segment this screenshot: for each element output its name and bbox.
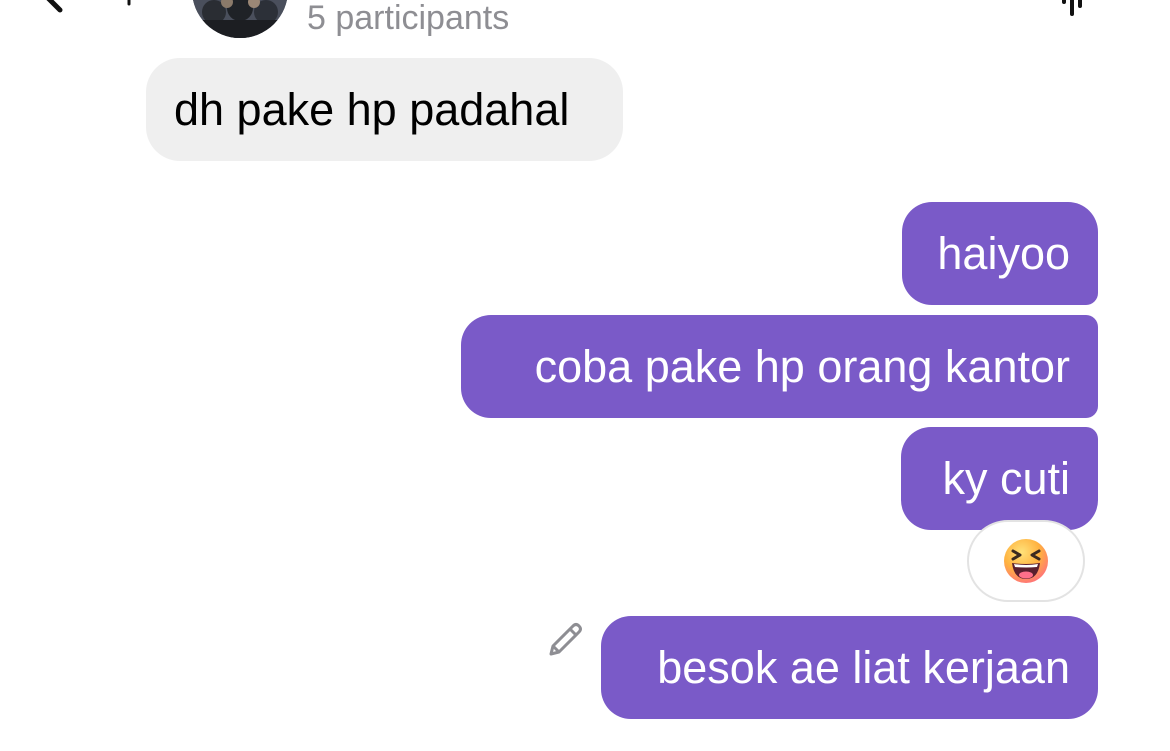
message-bubble-outgoing[interactable]: besok ae liat kerjaan <box>601 616 1098 719</box>
message-reaction[interactable] <box>967 520 1085 602</box>
message-bubble-outgoing[interactable]: coba pake hp orang kantor <box>461 315 1098 418</box>
group-avatar[interactable] <box>192 0 288 38</box>
message-bubble-outgoing[interactable]: haiyoo <box>902 202 1098 305</box>
participants-count: 5 participants <box>307 0 510 37</box>
message-bubble-outgoing[interactable]: ky cuti <box>901 427 1098 530</box>
message-bubble-incoming[interactable]: dh pake hp padahal <box>146 58 623 161</box>
header-separator-mark <box>127 0 131 6</box>
edited-pencil-icon <box>549 623 582 656</box>
chat-screen: 5 participants dh pake hp padahal haiyoo… <box>0 0 1170 751</box>
group-photo-icon <box>192 0 288 38</box>
waveform-icon[interactable] <box>1058 0 1092 18</box>
grinning-squinting-face-emoji-icon <box>1004 539 1048 583</box>
back-chevron-icon[interactable] <box>28 0 78 20</box>
